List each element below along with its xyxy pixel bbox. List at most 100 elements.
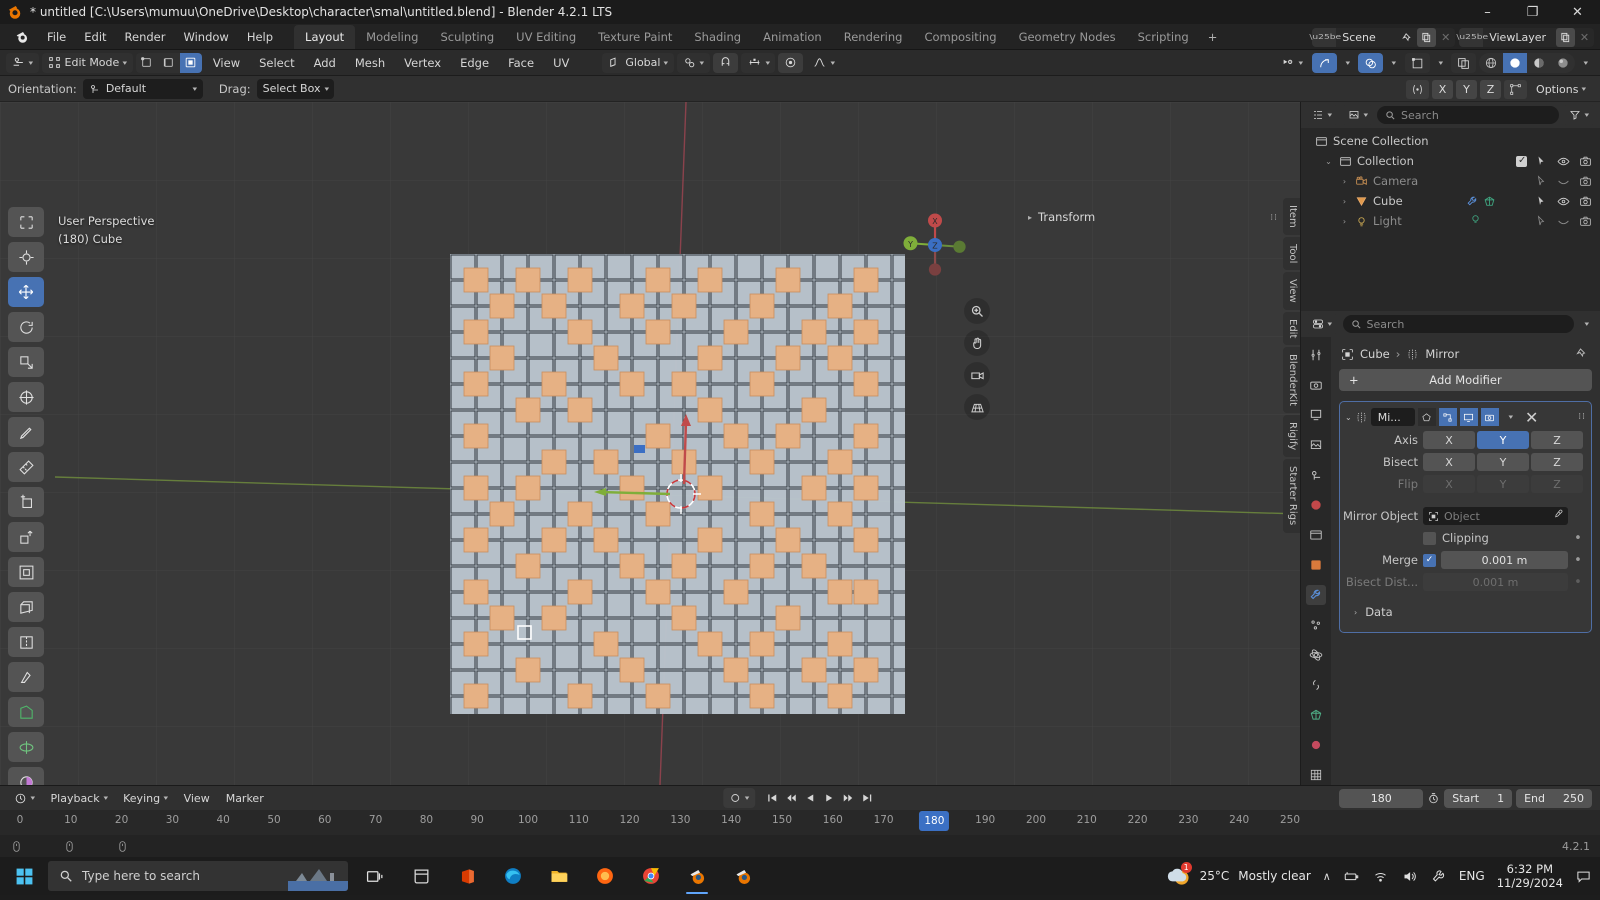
timeline-menu-keying[interactable]: Keying ▾: [117, 788, 173, 808]
scene-selector[interactable]: \u25be Scene ✕: [1309, 27, 1456, 47]
workspace-tab-uv-editing[interactable]: UV Editing: [505, 25, 587, 49]
modifier-drag-grip-icon[interactable]: ⁞⁞: [1578, 412, 1586, 422]
new-scene-icon[interactable]: [1417, 27, 1437, 47]
zoom-icon[interactable]: [964, 298, 990, 324]
rendered-shading-button[interactable]: [1551, 53, 1575, 73]
expand-light-icon[interactable]: ›: [1339, 217, 1350, 226]
tweak-tool-button[interactable]: [8, 207, 44, 237]
viewport-menu-select[interactable]: Select: [251, 53, 302, 73]
workspace-tab-geometry-nodes[interactable]: Geometry Nodes: [1008, 25, 1127, 49]
xray-options-dropdown[interactable]: ▾: [1433, 53, 1449, 73]
sidebar-tab-view[interactable]: View: [1283, 272, 1300, 310]
cursor-tool-button[interactable]: [8, 242, 44, 272]
outliner-cube-toggles[interactable]: [1536, 195, 1592, 208]
collapse-modifier-icon[interactable]: ⌄: [1345, 413, 1352, 422]
auto-keying-toggle[interactable]: ▾: [723, 788, 755, 808]
toggle-xray-button[interactable]: [1451, 53, 1477, 73]
outliner-light-toggles[interactable]: [1536, 215, 1592, 228]
outliner-filter-button[interactable]: ▾: [1563, 105, 1595, 125]
expand-cube-icon[interactable]: ›: [1339, 197, 1350, 206]
eye-icon[interactable]: [1557, 155, 1570, 168]
playback-controls[interactable]: ▾: [723, 788, 877, 808]
add-workspace-button[interactable]: +: [1200, 25, 1226, 49]
camera-view-icon[interactable]: [964, 362, 990, 388]
clock[interactable]: 6:32 PM 11/29/2024: [1497, 862, 1563, 890]
sidebar-tab-item[interactable]: Item: [1283, 198, 1300, 235]
selectable-arrow-icon[interactable]: [1536, 155, 1548, 167]
outliner-row-scene-collection[interactable]: Scene Collection: [1301, 131, 1600, 151]
sidebar-tab-tool[interactable]: Tool: [1283, 236, 1300, 271]
taskbar-blender-button[interactable]: [676, 857, 718, 895]
tab-constraints[interactable]: [1306, 675, 1326, 695]
realtime-display-toggle[interactable]: [1459, 408, 1478, 426]
outliner-row-collection[interactable]: ⌄ Collection ✓: [1301, 151, 1600, 171]
options-dropdown[interactable]: Options ▾: [1530, 79, 1592, 99]
viewport-menu-mesh[interactable]: Mesh: [347, 53, 393, 73]
onedrive-sync-icon[interactable]: [1430, 869, 1447, 884]
minimize-button[interactable]: –: [1465, 0, 1510, 24]
new-viewlayer-icon[interactable]: [1556, 27, 1575, 47]
outliner-display-mode-selector[interactable]: ▾: [1341, 105, 1374, 125]
delete-viewlayer-icon[interactable]: ✕: [1575, 28, 1594, 47]
add-modifier-button[interactable]: + Add Modifier: [1339, 369, 1592, 391]
current-frame-field[interactable]: 180: [1339, 788, 1424, 808]
data-subpanel-row[interactable]: › Data: [1340, 602, 1591, 622]
extrude-tool-button[interactable]: [8, 522, 44, 552]
previous-keyframe-button[interactable]: [782, 788, 801, 808]
outliner-search-input[interactable]: Search: [1377, 106, 1560, 124]
panel-grip-icon[interactable]: ⁞⁞: [1270, 213, 1278, 223]
delete-modifier-button[interactable]: ✕: [1523, 408, 1541, 427]
eyedropper-icon[interactable]: [1552, 509, 1563, 523]
sidebar-tab-starter-rigs[interactable]: Starter Rigs: [1283, 459, 1300, 533]
smooth-tool-button[interactable]: [8, 767, 44, 785]
editor-type-selector[interactable]: ▾: [6, 52, 39, 73]
properties-options-dropdown[interactable]: ▾: [1579, 314, 1595, 334]
bisect-dist-animate-dot[interactable]: •: [1573, 575, 1583, 590]
breadcrumb-modifier-name[interactable]: Mirror: [1425, 347, 1459, 361]
taskbar-chrome-button[interactable]: [630, 857, 672, 895]
clipping-animate-dot[interactable]: •: [1573, 531, 1583, 546]
clipping-control[interactable]: Clipping: [1423, 531, 1568, 545]
camera-render-icon[interactable]: [1579, 195, 1592, 208]
solid-shading-button[interactable]: [1503, 53, 1528, 73]
weather-widget[interactable]: 1 25°C Mostly clear: [1165, 861, 1311, 889]
n-panel-transform[interactable]: ▸ Transform ⁞⁞: [1028, 210, 1278, 224]
timeline-menu-view[interactable]: View: [178, 788, 216, 808]
viewport-menu-edge[interactable]: Edge: [452, 53, 497, 73]
render-display-toggle[interactable]: [1480, 408, 1499, 426]
workspace-tab-shading[interactable]: Shading: [683, 25, 752, 49]
timeline-menu-marker[interactable]: Marker: [220, 788, 270, 808]
eye-icon[interactable]: [1557, 195, 1570, 208]
axis-y-button[interactable]: Y: [1477, 431, 1529, 449]
merge-animate-dot[interactable]: •: [1573, 553, 1583, 568]
menu-file[interactable]: File: [38, 26, 75, 48]
edit-mode-display-toggle[interactable]: [1438, 408, 1457, 426]
timeline-menu-playback[interactable]: Playback ▾: [45, 788, 114, 808]
workspace-tab-texture-paint[interactable]: Texture Paint: [587, 25, 683, 49]
outliner-row-camera[interactable]: › Camera: [1301, 171, 1600, 191]
tab-physics[interactable]: [1306, 645, 1326, 665]
add-cube-tool-button[interactable]: [8, 487, 44, 517]
language-indicator[interactable]: ENG: [1459, 869, 1485, 883]
transport-buttons[interactable]: [762, 788, 877, 808]
viewport-menu-uv[interactable]: UV: [545, 53, 577, 73]
properties-tab-column[interactable]: [1301, 337, 1331, 785]
camera-render-icon[interactable]: [1579, 175, 1592, 188]
viewport-menu-face[interactable]: Face: [500, 53, 542, 73]
tab-object[interactable]: [1306, 555, 1326, 575]
bisect-dist-value-field[interactable]: 0.001 m: [1423, 573, 1568, 591]
clipping-checkbox[interactable]: [1423, 531, 1436, 545]
face-select-mode-button[interactable]: [179, 52, 202, 73]
orientation-dropdown[interactable]: Default ▾: [82, 78, 203, 99]
menu-window[interactable]: Window: [174, 26, 237, 48]
sidebar-tab-edit[interactable]: Edit: [1283, 311, 1300, 346]
tray-overflow-button[interactable]: ∧: [1323, 870, 1331, 883]
flip-z-button[interactable]: Z: [1531, 475, 1583, 493]
workspace-tab-sculpting[interactable]: Sculpting: [429, 25, 505, 49]
measure-tool-button[interactable]: [8, 452, 44, 482]
proportional-editing-icon[interactable]: [778, 52, 804, 73]
modifier-header[interactable]: ⌄ Mi... ▾ ✕ ⁞⁞: [1340, 406, 1591, 428]
transform-panel-header[interactable]: ▸ Transform ⁞⁞: [1028, 210, 1278, 224]
viewport-nav-buttons[interactable]: [964, 298, 990, 420]
axis-z-button[interactable]: Z: [1531, 431, 1583, 449]
